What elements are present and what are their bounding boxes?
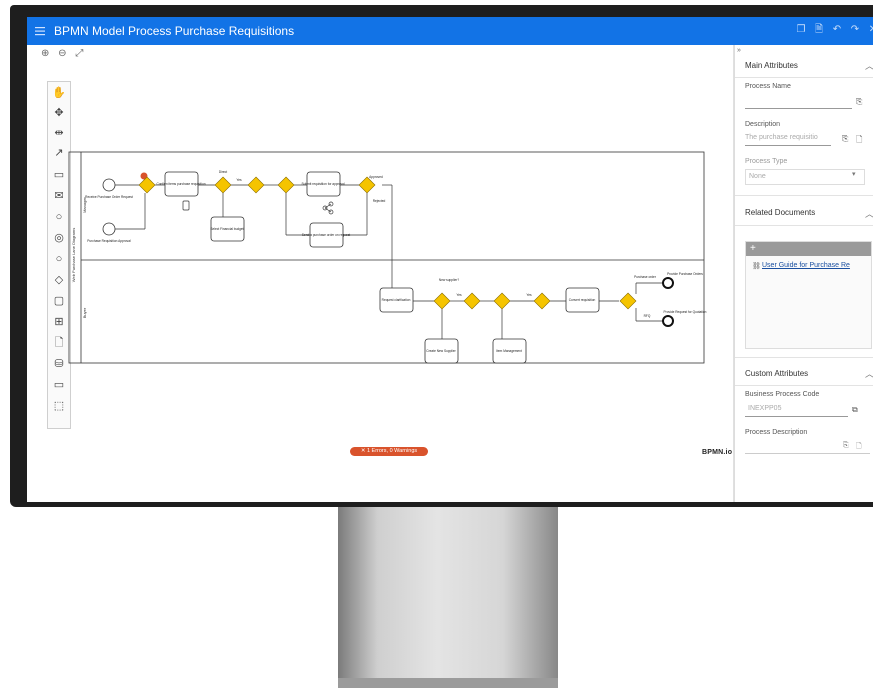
task-label-t6: Create New Supplier [426,349,456,353]
section-related-documents: Related Documents [745,208,816,217]
end-event-e1[interactable] [662,277,674,289]
flow-label-f3: Approved [369,175,383,179]
gateway-5[interactable] [358,176,376,194]
monitor-bezel: BPMN Model Process Purchase Requisitions… [10,5,873,507]
task-label-t3: Select Financial budget [210,227,243,231]
edit-description-icon[interactable]: ⎘ [843,442,849,450]
task-label-t5: Request clarification [382,298,411,302]
task-label-t8: Convert requisition [569,298,596,302]
dropdown-chevron-icon[interactable]: ▾ [852,170,856,178]
task-label-t7: Item Management [496,349,522,353]
flow-label-f4: Rejected [373,199,386,203]
context-icons [182,200,334,215]
flow-label-f8: Purchase order [634,275,657,279]
app-screen: BPMN Model Process Purchase Requisitions… [27,17,873,502]
divider [735,195,873,196]
gateway-4[interactable] [277,176,295,194]
task-label-t4: Send a purchase order on request [302,233,350,237]
event-label-e1: Provide Purchase Orders [667,272,703,276]
properties-panel: » Main Attributes ︿ Process Name ⎘ Descr… [734,45,873,502]
divider [735,385,873,386]
chevron-up-icon[interactable]: ︿ [865,59,873,72]
flow-label-f2: Yes [236,178,242,182]
document-icon[interactable]: 🗋 [856,134,862,148]
close-icon[interactable]: ✕ [867,24,873,36]
translate-icon[interactable]: ⎘ [856,97,862,107]
gateway-9[interactable] [533,292,551,310]
description-input[interactable]: The purchase requisitio [745,131,831,146]
add-document-icon[interactable]: + [750,242,756,256]
flow-label-f7: Yes [526,293,532,297]
flow-label-f5: New supplier? [439,278,459,282]
undo-icon[interactable]: ↶ [831,24,843,36]
copy-code-icon[interactable]: ⧉ [852,405,858,415]
gateway-6[interactable] [433,292,451,310]
divider [735,225,873,226]
document-description-icon[interactable]: 🗋 [856,442,862,453]
pool-label: Web Purchase Lane Diagrams [71,228,76,282]
chevron-up-icon[interactable]: ︿ [865,207,873,220]
lane-bottom-label: Buyer [82,307,87,318]
flow-label-f9: RFQ [644,314,651,318]
redo-icon[interactable]: ↷ [849,24,861,36]
link-icon: ⛓ [752,263,761,270]
title-bar: BPMN Model Process Purchase Requisitions… [27,17,873,45]
flow-label-f1: Direct [219,170,227,174]
event-label-s1: Receive Purchase Order Request [85,195,133,199]
monitor-stand-base [338,678,558,688]
bpmn-diagram: Web Purchase Lane Diagrams Manager Buyer [68,151,707,364]
task-label-t2: Submit requisition for approval [301,182,344,186]
divider [735,77,873,78]
monitor-stand [338,507,558,688]
copy-icon[interactable]: ❐ [795,24,807,36]
gateway-1[interactable] [138,176,156,194]
business-process-code-label: Business Process Code [745,391,820,398]
process-description-input[interactable] [745,439,870,454]
flow-label-f6: Yes [456,293,462,297]
business-process-code-input[interactable]: INEXPP05 [745,402,848,417]
section-custom-attributes: Custom Attributes [745,369,809,378]
start-event-s2[interactable] [102,222,116,236]
bpmn-io-logo: BPMN.io [702,449,733,456]
description-label: Description [745,121,781,128]
process-name-label: Process Name [745,83,791,90]
document-link[interactable]: User Guide for Purchase Re [762,262,850,269]
error-status-badge[interactable]: ✕ 1 Errors, 0 Warnings [350,447,428,456]
start-event-s1[interactable] [102,178,116,192]
edit-icon[interactable]: ⎘ [842,134,848,144]
chevron-up-icon[interactable]: ︿ [865,367,873,380]
divider [735,357,873,358]
process-type-label: Process Type [745,158,788,165]
window-title: BPMN Model Process Purchase Requisitions [54,24,295,38]
gateway-8[interactable] [493,292,511,310]
collapse-panel-icon[interactable]: » [737,47,741,54]
process-type-select[interactable]: None [745,169,865,185]
menu-icon[interactable] [35,26,45,36]
documents-toolbar: + [746,242,871,256]
modeler-canvas[interactable]: ⊕ ⊖ ⤢ ✋ ✥ ⇹ ↗ ▭ ✉ ○ ◎ ○ ◇ ▢ ⊞ 🗋 ⛁ ▭ ⬚ We… [27,45,733,502]
process-name-input[interactable] [745,94,852,109]
end-event-e2[interactable] [662,315,674,327]
gateway-2[interactable] [214,176,232,194]
gateway-3[interactable] [247,176,265,194]
save-icon[interactable]: 🗎 [813,24,825,36]
phone-icon [182,200,190,211]
related-documents-list: + ⛓ User Guide for Purchase Re [745,241,872,349]
process-description-label: Process Description [745,429,808,436]
section-main-attributes: Main Attributes [745,61,798,70]
task-label-t1: Confirm items purchase requisition [156,182,205,186]
event-label-e2: Provide Request for Quotation [664,310,707,314]
gateway-10[interactable] [619,292,637,310]
event-label-s2: Purchase Requisition Approval [87,239,131,243]
gateway-7[interactable] [463,292,481,310]
